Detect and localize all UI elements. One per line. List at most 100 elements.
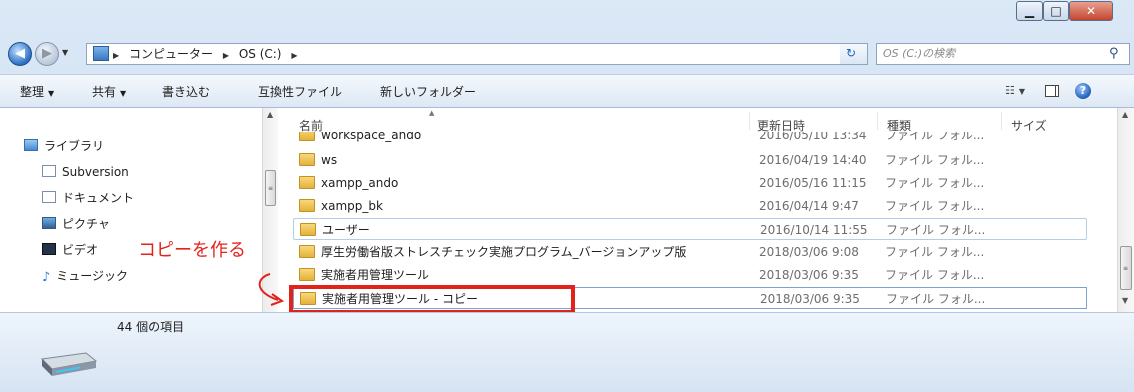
file-date: 2016/04/14 9:47 — [759, 199, 859, 213]
nav-item-pictures[interactable]: ピクチャ — [42, 216, 110, 232]
pictures-library-icon — [42, 217, 56, 229]
file-row[interactable]: 厚生労働省版ストレスチェック実施プログラム_バージョンアップ版 2018/03/… — [293, 241, 1087, 263]
breadcrumb: ▶ コンピューター ▶ OS (C:) ▶ — [113, 47, 303, 63]
file-row-selected[interactable]: ユーザー 2016/10/14 11:55 ファイル フォル... — [293, 218, 1087, 240]
music-note-icon: ♪ — [42, 270, 51, 285]
folder-icon — [299, 176, 315, 189]
nav-item-music[interactable]: ♪ ミュージック — [42, 268, 128, 286]
nav-libraries-label: ライブラリ — [44, 139, 105, 153]
file-row[interactable]: workspace_ando 2016/05/10 13:34 ファイル フォル… — [293, 132, 1087, 146]
file-name: workspace_ando — [321, 132, 422, 142]
breadcrumb-separator-icon[interactable]: ▶ — [113, 51, 119, 60]
view-icon: ☷ — [1005, 84, 1015, 97]
breadcrumb-separator-icon[interactable]: ▶ — [291, 51, 297, 60]
column-divider[interactable] — [1001, 112, 1002, 130]
search-input[interactable] — [883, 46, 1083, 61]
scroll-thumb[interactable]: ≡ — [1120, 246, 1132, 290]
highlight-box — [289, 285, 575, 314]
file-date: 2016/04/19 14:40 — [759, 153, 867, 167]
maximize-icon: □ — [1050, 4, 1062, 18]
refresh-button[interactable]: ↻ — [840, 43, 868, 65]
annotation-label: コピーを作る — [138, 240, 246, 261]
chevron-down-icon: ▼ — [48, 89, 55, 98]
file-list-scrollbar[interactable]: ▲ ≡ ▼ — [1117, 108, 1134, 312]
videos-library-icon — [42, 243, 56, 255]
forward-button[interactable]: ▶ — [35, 42, 59, 66]
file-type: ファイル フォル... — [886, 223, 986, 237]
forward-arrow-icon: ▶ — [42, 46, 52, 61]
breadcrumb-separator-icon[interactable]: ▶ — [223, 51, 229, 60]
close-icon: ✕ — [1085, 4, 1097, 18]
new-folder-button[interactable]: 新しいフォルダー — [380, 83, 476, 100]
grip-icon: ≡ — [268, 185, 274, 192]
nav-item-label: ミュージック — [56, 269, 129, 283]
file-date: 2018/03/06 9:35 — [759, 268, 859, 282]
file-row[interactable]: xampp_ando 2016/05/16 11:15 ファイル フォル... — [293, 172, 1087, 194]
file-name: ws — [321, 153, 338, 167]
grip-icon: ≡ — [1123, 265, 1129, 272]
recent-pages-dropdown-icon[interactable]: ▼ — [62, 48, 68, 57]
explorer-window: ▁ □ ✕ ◀ ▶ ▼ ▶ コンピューター ▶ OS (C:) ▶ ▼ ↻ ⚲ … — [0, 0, 1134, 392]
chevron-down-icon: ▼ — [120, 89, 127, 98]
command-bar: 整理 ▼ 共有 ▼ 書き込む 互換性ファイル 新しいフォルダー ☷ ▼ ? — [0, 74, 1134, 108]
preview-pane-button[interactable] — [1045, 85, 1059, 97]
search-box[interactable]: ⚲ — [876, 43, 1130, 65]
nav-item-label: ビデオ — [62, 243, 99, 257]
nav-item-label: ピクチャ — [62, 217, 110, 231]
library-icon — [24, 139, 38, 151]
folder-icon — [299, 132, 315, 141]
scroll-up-icon[interactable]: ▲ — [267, 110, 273, 119]
scroll-up-icon[interactable]: ▲ — [1122, 110, 1128, 119]
file-type: ファイル フォル... — [885, 153, 985, 167]
scroll-thumb[interactable]: ≡ — [265, 170, 276, 206]
search-icon[interactable]: ⚲ — [1109, 46, 1119, 61]
address-row: ◀ ▶ ▼ ▶ コンピューター ▶ OS (C:) ▶ ▼ ↻ ⚲ — [0, 38, 1134, 70]
file-date: 2016/05/16 11:15 — [759, 176, 867, 190]
share-menu[interactable]: 共有 ▼ — [92, 83, 126, 100]
file-name: 実施者用管理ツール — [321, 268, 430, 282]
file-date: 2018/03/06 9:35 — [760, 292, 860, 306]
file-row[interactable]: ws 2016/04/19 14:40 ファイル フォル... — [293, 149, 1087, 171]
file-name: xampp_ando — [321, 176, 399, 190]
compatibility-files-button[interactable]: 互換性ファイル — [258, 83, 342, 100]
address-bar[interactable]: ▶ コンピューター ▶ OS (C:) ▶ ▼ — [86, 43, 920, 65]
nav-item-label: Subversion — [62, 165, 129, 179]
file-date: 2016/10/14 11:55 — [760, 223, 868, 237]
computer-icon — [93, 46, 109, 61]
column-divider[interactable] — [877, 112, 878, 130]
help-button[interactable]: ? — [1075, 83, 1091, 99]
column-divider[interactable] — [749, 112, 750, 130]
drive-icon — [40, 352, 98, 376]
nav-item-label: ドキュメント — [62, 191, 135, 205]
navigation-pane: ライブラリ Subversion ドキュメント ピクチャ ビデオ ♪ ミュージック — [0, 108, 262, 312]
nav-item-videos[interactable]: ビデオ — [42, 242, 98, 258]
item-count: 44 個の項目 — [117, 320, 185, 334]
file-name: ユーザー — [322, 223, 370, 237]
breadcrumb-drive[interactable]: OS (C:) — [239, 47, 282, 61]
back-button[interactable]: ◀ — [8, 42, 32, 66]
burn-button[interactable]: 書き込む — [162, 83, 210, 100]
file-row[interactable]: 実施者用管理ツール 2018/03/06 9:35 ファイル フォル... — [293, 264, 1087, 286]
file-list: ▲ 名前 更新日時 種類 サイズ workspace_ando 2016/05/… — [279, 108, 1117, 312]
nav-libraries[interactable]: ライブラリ — [24, 138, 104, 154]
file-type: ファイル フォル... — [885, 132, 985, 142]
file-name: 厚生労働省版ストレスチェック実施プログラム_バージョンアップ版 — [321, 245, 687, 259]
organize-menu[interactable]: 整理 ▼ — [20, 83, 54, 100]
folder-icon — [299, 245, 315, 258]
nav-item-subversion[interactable]: Subversion — [42, 164, 129, 180]
folder-icon — [300, 223, 316, 236]
minimize-button[interactable]: ▁ — [1016, 1, 1043, 21]
file-type: ファイル フォル... — [885, 199, 985, 213]
close-button[interactable]: ✕ — [1069, 1, 1113, 21]
annotation-arrow-icon — [258, 273, 285, 306]
content-area: ライブラリ Subversion ドキュメント ピクチャ ビデオ ♪ ミュージック… — [0, 108, 1134, 312]
maximize-button[interactable]: □ — [1043, 1, 1069, 21]
nav-item-documents[interactable]: ドキュメント — [42, 190, 134, 206]
file-type: ファイル フォル... — [885, 268, 985, 282]
change-view-button[interactable]: ☷ ▼ — [1005, 84, 1025, 97]
breadcrumb-computer[interactable]: コンピューター — [129, 47, 213, 61]
scroll-down-icon[interactable]: ▼ — [1122, 296, 1128, 305]
title-bar: ▁ □ ✕ — [0, 0, 1134, 36]
folder-icon — [299, 268, 315, 281]
file-row[interactable]: xampp_bk 2016/04/14 9:47 ファイル フォル... — [293, 195, 1087, 217]
